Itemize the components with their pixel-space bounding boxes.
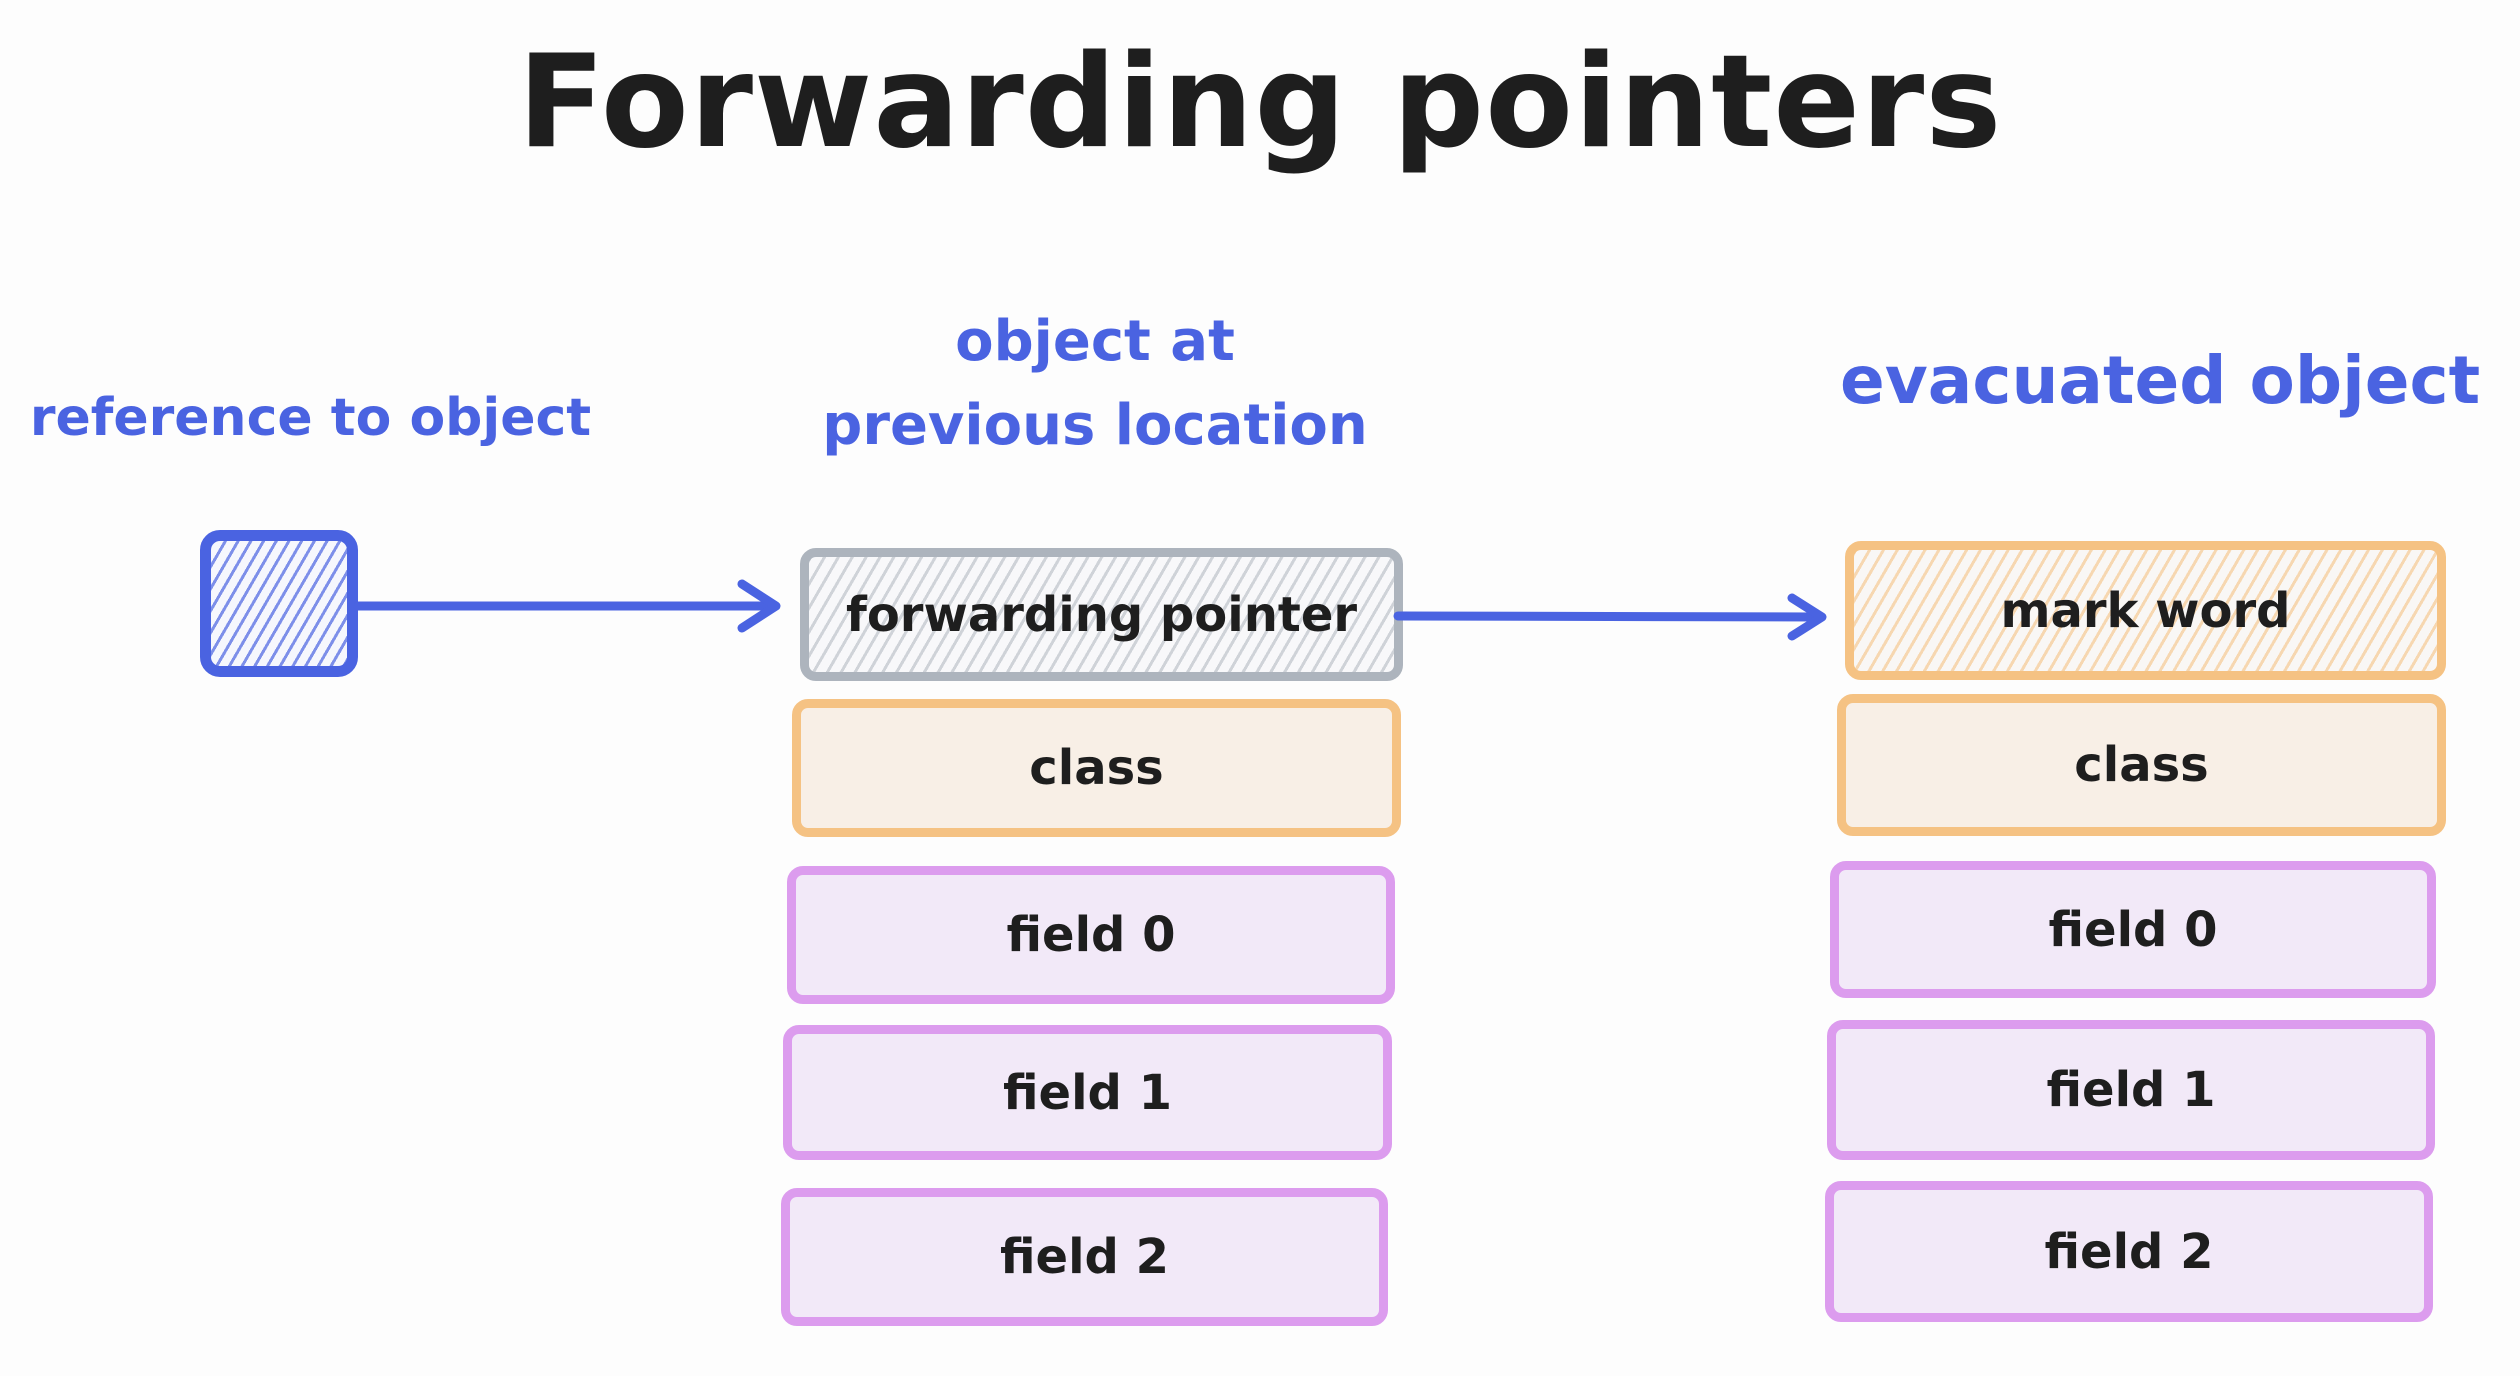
arrow-shaft xyxy=(1393,611,1825,622)
arrows-layer xyxy=(353,579,1827,641)
arrow-forwarding-pointer-to-mark-word xyxy=(1393,593,1827,641)
arrow-reference-to-forwarding-pointer xyxy=(353,579,781,633)
